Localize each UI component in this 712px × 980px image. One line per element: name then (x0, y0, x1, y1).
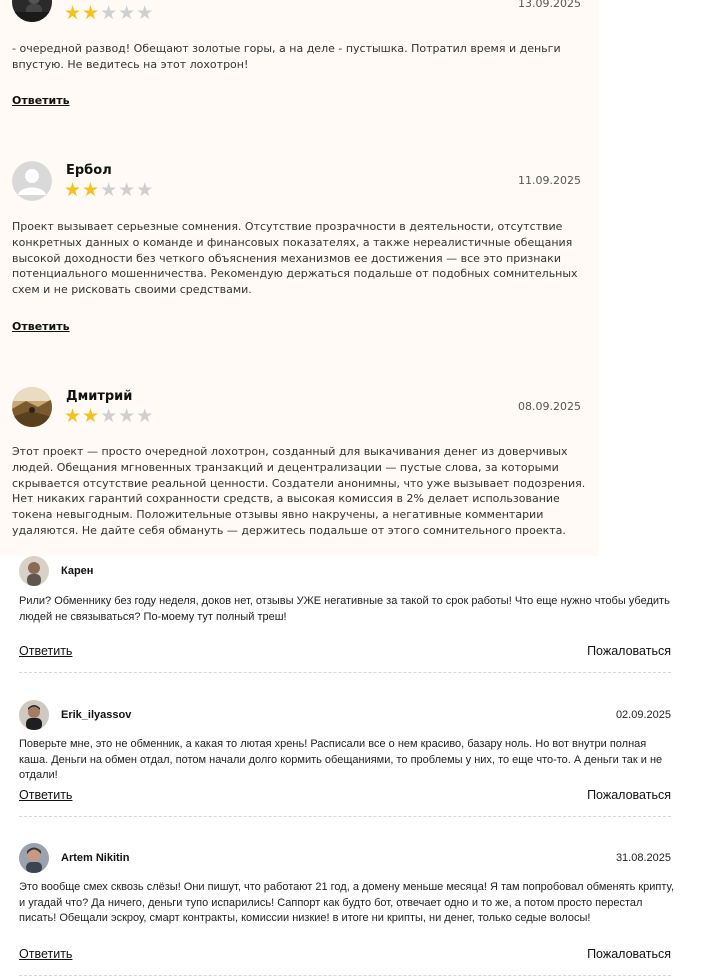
star-filled-icon: ★ (64, 405, 83, 427)
star-filled-icon: ★ (82, 2, 101, 24)
complain-button[interactable]: Пожаловаться (587, 788, 671, 802)
reviewer-name: Artem Nikitin (61, 852, 130, 864)
review-text: - очередной развод! Обещают золотые горы… (12, 42, 561, 71)
avatar (19, 700, 49, 730)
star-empty-icon: ★ (136, 405, 155, 427)
reviewer-name: Дмитрий (66, 389, 133, 404)
star-empty-icon: ★ (118, 179, 137, 201)
star-empty-icon: ★ (100, 2, 119, 24)
complain-button[interactable]: Пожаловаться (587, 947, 671, 961)
avatar-placeholder-icon (12, 161, 52, 201)
avatar (19, 556, 49, 586)
reviews-list-primary: ★★★★★ 13.09.2025 - очередной развод! Обе… (0, 0, 599, 556)
avatar (12, 0, 52, 22)
star-empty-icon: ★ (100, 405, 119, 427)
review-date: 08.09.2025 (518, 400, 581, 413)
review-text: Это вообще смех сквозь слёзы! Они пишут,… (19, 881, 675, 924)
divider (19, 975, 671, 976)
review-text: Поверьте мне, это не обменник, а какая т… (19, 738, 663, 781)
review-date: 11.09.2025 (518, 174, 581, 187)
rating-stars: ★★★★★ (64, 407, 154, 426)
avatar (12, 387, 52, 427)
review-date: 02.09.2025 (615, 709, 671, 721)
review-text: Проект вызывает серьезные сомнения. Отсу… (12, 220, 578, 297)
review-date: 31.08.2025 (615, 852, 671, 864)
star-empty-icon: ★ (118, 2, 137, 24)
star-empty-icon: ★ (136, 2, 155, 24)
rating-stars: ★★★★★ (64, 181, 154, 200)
reply-button[interactable]: Ответить (19, 947, 72, 961)
reply-button[interactable]: Ответить (12, 94, 70, 107)
star-filled-icon: ★ (82, 405, 101, 427)
star-empty-icon: ★ (100, 179, 119, 201)
reviewer-name: Erik_ilyassov (61, 709, 132, 721)
review-text: Этот проект — просто очередной лохотрон,… (12, 445, 586, 537)
reply-button[interactable]: Ответить (19, 788, 72, 802)
review-text: Рили? Обменнику без году неделя, доков н… (19, 595, 670, 623)
rating-stars: ★★★★★ (64, 4, 154, 23)
star-empty-icon: ★ (136, 179, 155, 201)
avatar (19, 843, 49, 873)
divider (19, 672, 671, 673)
star-filled-icon: ★ (64, 2, 83, 24)
review-date: 13.09.2025 (518, 0, 581, 10)
reply-button[interactable]: Ответить (19, 644, 72, 658)
reviewer-name: Карен (61, 565, 94, 577)
reply-button[interactable]: Ответить (12, 320, 70, 333)
star-filled-icon: ★ (64, 179, 83, 201)
reviewer-name: Ербол (66, 163, 112, 178)
divider (19, 816, 671, 817)
star-filled-icon: ★ (82, 179, 101, 201)
complain-button[interactable]: Пожаловаться (587, 644, 671, 658)
star-empty-icon: ★ (118, 405, 137, 427)
